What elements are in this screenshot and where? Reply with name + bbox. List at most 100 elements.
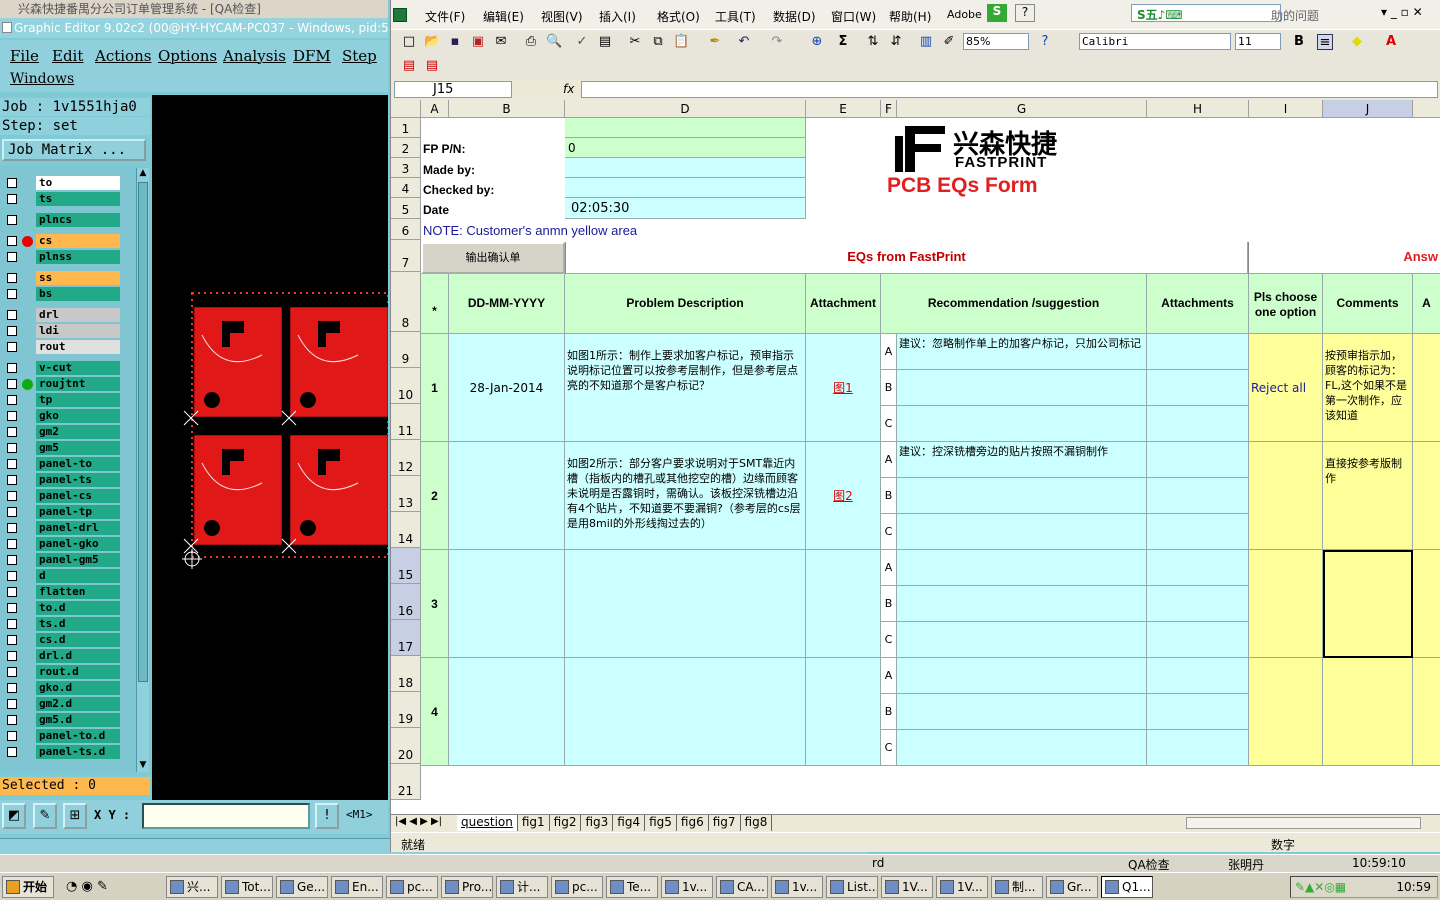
- menu-edit[interactable]: Edit: [52, 47, 83, 65]
- option-letter[interactable]: B: [881, 370, 897, 406]
- attachments-cell[interactable]: [1147, 622, 1249, 658]
- layer-checkbox[interactable]: [7, 619, 17, 629]
- made-by-value[interactable]: [565, 158, 806, 178]
- row-header[interactable]: 12: [391, 440, 421, 476]
- layer-row[interactable]: to: [2, 175, 136, 191]
- taskbar-button[interactable]: pc...: [386, 876, 438, 898]
- eq-problem[interactable]: [565, 658, 806, 766]
- recommendation-cell[interactable]: [897, 550, 1147, 586]
- menu-windows[interactable]: Windows: [10, 71, 74, 87]
- menu-analysis[interactable]: Analysis: [223, 47, 286, 65]
- sheet-tab-active[interactable]: question: [457, 815, 518, 831]
- print-preview-icon[interactable]: 🔍: [546, 34, 562, 50]
- recommendation-cell[interactable]: 建议：控深铣槽旁边的贴片按照不漏铜制作: [897, 442, 1147, 478]
- menu-step[interactable]: Step: [342, 47, 377, 65]
- tab-nav-icon[interactable]: |◀ ◀ ▶ ▶|: [395, 816, 442, 827]
- column-header[interactable]: A: [421, 100, 449, 118]
- select-tool-icon[interactable]: ◩: [2, 803, 26, 829]
- taskbar-button[interactable]: 制...: [991, 876, 1043, 898]
- sheet-tab[interactable]: fig1: [518, 815, 550, 831]
- row-header[interactable]: 5: [391, 198, 421, 219]
- email-icon[interactable]: ✉: [493, 34, 509, 50]
- menu-file[interactable]: File: [10, 47, 39, 65]
- layer-checkbox[interactable]: [7, 683, 17, 693]
- layer-checkbox[interactable]: [7, 731, 17, 741]
- scrollbar-thumb[interactable]: [138, 182, 148, 682]
- help-search-box[interactable]: 助的问题: [1271, 7, 1319, 24]
- menu-actions[interactable]: Actions: [95, 47, 151, 65]
- taskbar-button[interactable]: 1v...: [771, 876, 823, 898]
- spelling-icon[interactable]: ✓: [574, 34, 590, 50]
- answer-extra-cell[interactable]: [1413, 334, 1440, 442]
- layer-row[interactable]: cs.d: [2, 632, 136, 648]
- row-header[interactable]: 1: [391, 118, 421, 138]
- eq-number[interactable]: 1: [421, 334, 449, 442]
- layer-checkbox[interactable]: [7, 395, 17, 405]
- bold-icon[interactable]: B: [1291, 34, 1307, 50]
- column-header-selected[interactable]: J: [1323, 100, 1413, 118]
- active-cell-j15[interactable]: [1323, 550, 1413, 658]
- ime-toolbar-icon[interactable]: S五♪⌨: [1137, 6, 1183, 23]
- eq-date[interactable]: [449, 658, 565, 766]
- taskbar-button[interactable]: Ge...: [276, 876, 328, 898]
- row-header[interactable]: 2: [391, 138, 421, 158]
- eq-date[interactable]: 28-Jan-2014: [449, 334, 565, 442]
- option-letter[interactable]: A: [881, 658, 897, 694]
- layer-row[interactable]: panel-tp: [2, 504, 136, 520]
- eq-date[interactable]: [449, 550, 565, 658]
- attachments-cell[interactable]: [1147, 694, 1249, 730]
- layer-checkbox[interactable]: [7, 443, 17, 453]
- taskbar-button[interactable]: Tot...: [221, 876, 273, 898]
- layer-checkbox[interactable]: [7, 273, 17, 283]
- layer-row[interactable]: ts.d: [2, 616, 136, 632]
- zoom-select[interactable]: 85%: [963, 33, 1029, 50]
- taskbar-button[interactable]: 1v...: [661, 876, 713, 898]
- row-header[interactable]: 7: [391, 240, 421, 272]
- layer-checkbox[interactable]: [7, 491, 17, 501]
- sheet-tab[interactable]: fig3: [581, 815, 614, 831]
- eq-attachment-link[interactable]: [806, 550, 881, 658]
- eq-number[interactable]: 3: [421, 550, 449, 658]
- output-confirm-button[interactable]: 输出确认单: [421, 242, 565, 274]
- row-header[interactable]: 18: [391, 656, 421, 692]
- recommendation-cell[interactable]: [897, 478, 1147, 514]
- row-header[interactable]: 6: [391, 219, 421, 240]
- menu-insert-cn[interactable]: 插入(I): [599, 8, 636, 25]
- attachments-cell[interactable]: [1147, 550, 1249, 586]
- drawing-icon[interactable]: ✐: [941, 34, 957, 50]
- layer-checkbox[interactable]: [7, 236, 17, 246]
- row-header[interactable]: 21: [391, 764, 421, 800]
- menu-edit-cn[interactable]: 编辑(E): [483, 8, 524, 25]
- font-size-select[interactable]: 11: [1235, 33, 1281, 50]
- recommendation-cell[interactable]: [897, 406, 1147, 442]
- layer-row[interactable]: panel-ts: [2, 472, 136, 488]
- row-header[interactable]: 3: [391, 158, 421, 178]
- layer-row[interactable]: gm2.d: [2, 696, 136, 712]
- layer-checkbox[interactable]: [7, 603, 17, 613]
- recommendation-cell[interactable]: 建议：忽略制作单上的加客户标记，只加公司标记: [897, 334, 1147, 370]
- undo-icon[interactable]: ↶: [736, 34, 752, 50]
- ime-s-icon[interactable]: S: [987, 4, 1007, 22]
- fill-color-icon[interactable]: ◆: [1349, 34, 1365, 50]
- layer-row[interactable]: panel-ts.d: [2, 744, 136, 760]
- permission-icon[interactable]: ▣: [470, 34, 486, 50]
- tray-icons[interactable]: ✎▲✕◎▦: [1295, 880, 1346, 894]
- layer-row[interactable]: drl: [2, 307, 136, 323]
- layer-checkbox[interactable]: [7, 194, 17, 204]
- attachments-cell[interactable]: [1147, 730, 1249, 766]
- font-select[interactable]: Calibri: [1079, 33, 1231, 50]
- taskbar-button[interactable]: Te...: [606, 876, 658, 898]
- option-letter[interactable]: C: [881, 730, 897, 766]
- sort-descending-icon[interactable]: ⇵: [888, 34, 904, 50]
- pdf-create-icon[interactable]: ▤: [401, 58, 417, 74]
- layer-checkbox[interactable]: [7, 475, 17, 485]
- answer-extra-cell[interactable]: [1413, 442, 1440, 550]
- layer-row[interactable]: drl.d: [2, 648, 136, 664]
- job-matrix-button[interactable]: Job Matrix ...: [2, 139, 146, 161]
- layer-checkbox[interactable]: [7, 363, 17, 373]
- row-header[interactable]: 11: [391, 404, 421, 440]
- redo-icon[interactable]: ↷: [769, 34, 785, 50]
- choice-cell[interactable]: [1249, 442, 1323, 550]
- layer-checkbox[interactable]: [7, 411, 17, 421]
- layer-row[interactable]: gm5: [2, 440, 136, 456]
